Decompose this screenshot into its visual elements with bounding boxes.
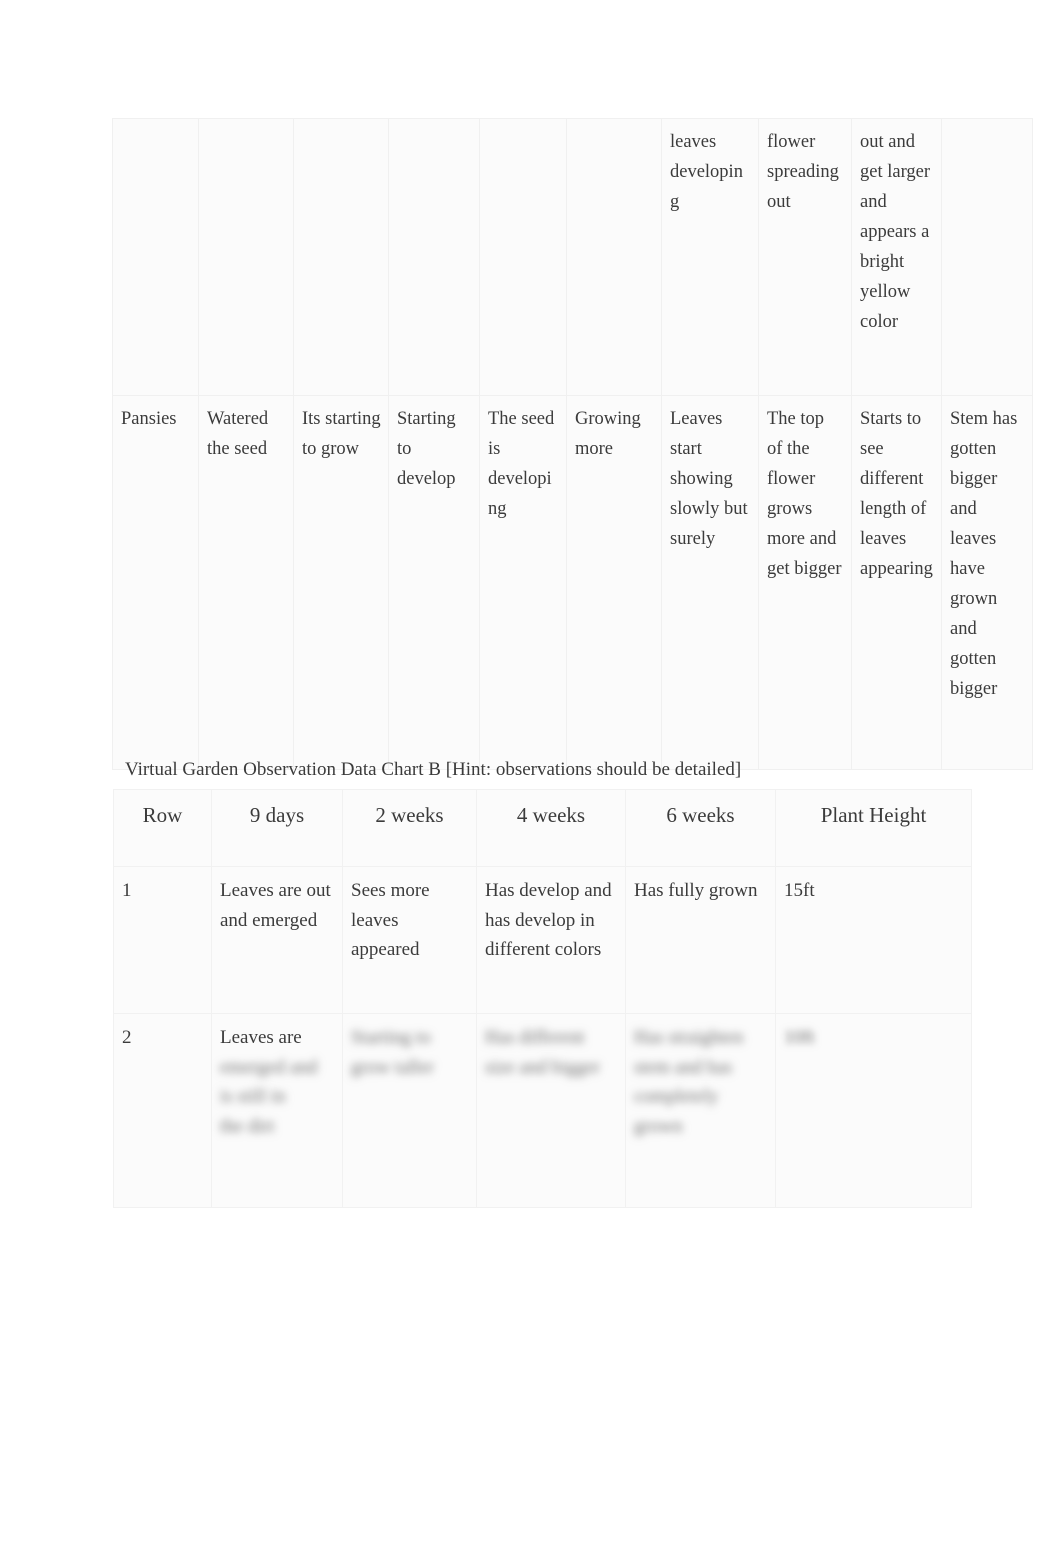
table-cell: leaves developing (661, 118, 759, 396)
redacted-text: Has straighten (634, 1027, 744, 1048)
table-cell: Leaves start showing slowly but surely (661, 395, 759, 770)
table-cell (293, 118, 389, 396)
table-cell (198, 118, 294, 396)
table-row: 2 Leaves are emerged and is still in the… (113, 1013, 972, 1208)
table-cell: flower spreading out (758, 118, 852, 396)
table-cell: Watered the seed (198, 395, 294, 770)
table-cell: Starts to see different length of leaves… (851, 395, 942, 770)
column-header-plant-height: Plant Height (775, 789, 972, 867)
observation-table-a: leaves developing flower spreading out o… (112, 118, 1033, 770)
document-page: leaves developing flower spreading out o… (0, 0, 1062, 1556)
table-row: leaves developing flower spreading out o… (112, 118, 1033, 396)
table-cell (112, 118, 199, 396)
table-cell-6-weeks: Has straighten stem and has completely g… (625, 1013, 776, 1208)
table-cell: Growing more (566, 395, 662, 770)
column-header-2-weeks: 2 weeks (342, 789, 477, 867)
table-cell-plant-height: 10ft (775, 1013, 972, 1208)
table-cell-2-weeks: Sees more leaves appeared (342, 866, 477, 1014)
row-number: 2 (113, 1013, 212, 1208)
table-cell-6-weeks: Has fully grown (625, 866, 776, 1014)
chart-b-caption: Virtual Garden Observation Data Chart B … (125, 759, 742, 780)
redacted-text: completely (634, 1086, 719, 1108)
table-cell: Stem has gotten bigger and leaves have g… (941, 395, 1033, 770)
table-cell (941, 118, 1033, 396)
redacted-text: grow taller (351, 1056, 434, 1078)
redacted-text: Has different (485, 1027, 585, 1048)
redacted-text: Starting to (351, 1027, 431, 1048)
redacted-text: the dirt (220, 1115, 275, 1137)
column-header-row: Row (113, 789, 212, 867)
table-cell-2-weeks: Starting to grow taller (342, 1013, 477, 1208)
redacted-text: emerged and (220, 1056, 318, 1078)
table-cell: The top of the flower grows more and get… (758, 395, 852, 770)
table-cell-9-days: Leaves are out and emerged (211, 866, 343, 1014)
table-header-row: Row 9 days 2 weeks 4 weeks 6 weeks Plant… (113, 789, 972, 867)
column-header-9-days: 9 days (211, 789, 343, 867)
table-cell-4-weeks: Has develop and has develop in different… (476, 866, 626, 1014)
visible-text: Leaves are (220, 1027, 302, 1048)
redacted-text: stem and has (634, 1056, 733, 1078)
table-row: 1 Leaves are out and emerged Sees more l… (113, 866, 972, 1014)
redacted-text: is still in (220, 1086, 286, 1108)
redacted-text: grown (634, 1115, 683, 1137)
table-cell: Starting to develop (388, 395, 480, 770)
table-cell: out and get larger and appears a bright … (851, 118, 942, 396)
table-cell (388, 118, 480, 396)
table-cell-plant-height: 15ft (775, 866, 972, 1014)
table-row: Pansies Watered the seed Its starting to… (112, 395, 1033, 770)
column-header-6-weeks: 6 weeks (625, 789, 776, 867)
table-cell-4-weeks: Has different size and bigger (476, 1013, 626, 1208)
table-cell: The seed is developing (479, 395, 567, 770)
redacted-text: 10ft (784, 1027, 815, 1048)
column-header-4-weeks: 4 weeks (476, 789, 626, 867)
redacted-text: size and bigger (485, 1056, 601, 1078)
table-cell (479, 118, 567, 396)
table-cell-plant-name: Pansies (112, 395, 199, 770)
table-cell-9-days: Leaves are emerged and is still in the d… (211, 1013, 343, 1208)
table-cell (566, 118, 662, 396)
table-cell: Its starting to grow (293, 395, 389, 770)
observation-table-b: Row 9 days 2 weeks 4 weeks 6 weeks Plant… (113, 789, 972, 1208)
row-number: 1 (113, 866, 212, 1014)
